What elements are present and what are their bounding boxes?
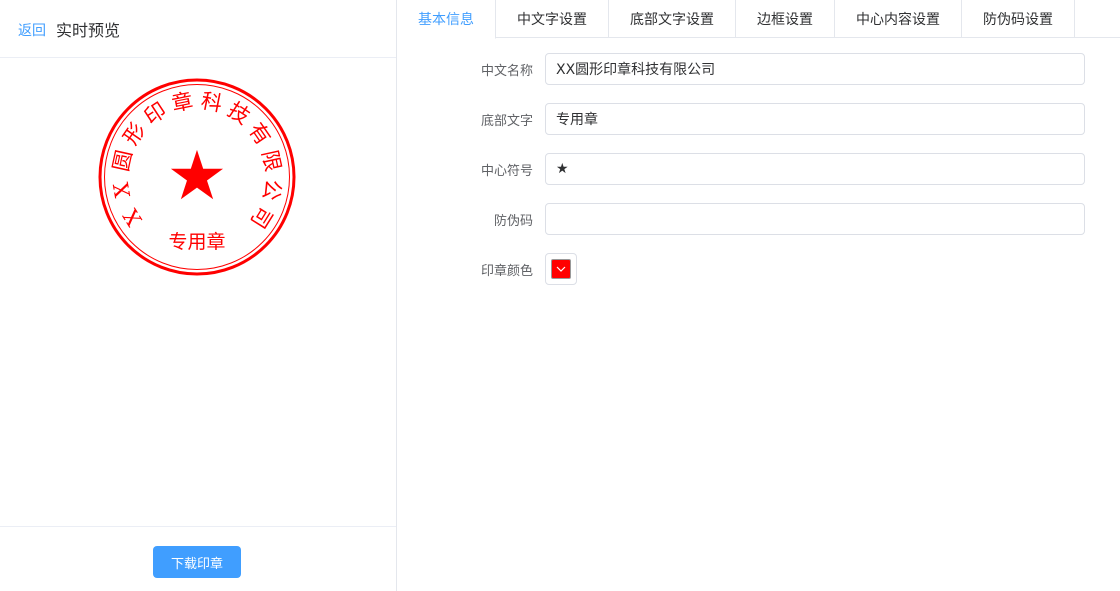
seal-bottom-text: 专用章 bbox=[168, 231, 225, 253]
seal-arc-char: 有 bbox=[244, 118, 276, 149]
seal-arc-char: 科 bbox=[199, 89, 224, 117]
basic-info-form: 中文名称 底部文字 中心符号 防伪码 印章颜色 bbox=[397, 53, 1120, 303]
seal-center-symbol: ★ bbox=[167, 137, 228, 216]
seal-arc-char: 技 bbox=[223, 98, 254, 130]
seal-arc-char: 圆 bbox=[109, 148, 137, 174]
anti-counterfeit-input[interactable] bbox=[545, 203, 1085, 235]
download-seal-button[interactable]: 下载印章 bbox=[153, 546, 241, 578]
seal-arc-char: 形 bbox=[119, 118, 151, 149]
form-row-color: 印章颜色 bbox=[397, 253, 1120, 285]
seal-arc-char: 印 bbox=[140, 98, 171, 130]
preview-header: 返回 实时预览 bbox=[0, 0, 396, 58]
color-swatch bbox=[551, 259, 571, 279]
seal-preview: XX圆形印章科技有限公司 ★ 专用章 bbox=[0, 59, 396, 525]
tab-bottom-text[interactable]: 底部文字设置 bbox=[609, 0, 736, 38]
seal-arc-char: X bbox=[118, 205, 146, 230]
form-row-name: 中文名称 bbox=[397, 53, 1120, 85]
settings-panel: 基本信息 中文字设置 底部文字设置 边框设置 中心内容设置 防伪码设置 中文名称… bbox=[397, 0, 1120, 591]
company-name-input[interactable] bbox=[545, 53, 1085, 85]
chevron-down-icon bbox=[556, 266, 566, 272]
anti-counterfeit-label: 防伪码 bbox=[493, 213, 533, 229]
center-symbol-input[interactable] bbox=[545, 153, 1085, 185]
seal-color-label: 印章颜色 bbox=[480, 263, 533, 279]
bottom-text-label: 底部文字 bbox=[480, 113, 533, 129]
seal-arc-char: X bbox=[109, 181, 135, 200]
bottom-text-input[interactable] bbox=[545, 103, 1085, 135]
tab-basic-info[interactable]: 基本信息 bbox=[397, 0, 496, 39]
form-row-symbol: 中心符号 bbox=[397, 153, 1120, 185]
seal-arc-char: 公 bbox=[258, 178, 285, 203]
seal-arc-char: 司 bbox=[246, 202, 277, 233]
center-symbol-label: 中心符号 bbox=[480, 163, 533, 179]
form-row-bottom: 底部文字 bbox=[397, 103, 1120, 135]
seal-color-picker[interactable] bbox=[545, 253, 577, 285]
tab-border[interactable]: 边框设置 bbox=[736, 0, 835, 38]
form-row-code: 防伪码 bbox=[397, 203, 1120, 235]
preview-footer: 下载印章 bbox=[0, 526, 396, 591]
seal-arc-char: 章 bbox=[170, 89, 195, 117]
settings-tabs: 基本信息 中文字设置 底部文字设置 边框设置 中心内容设置 防伪码设置 bbox=[397, 0, 1120, 39]
name-label: 中文名称 bbox=[480, 63, 533, 79]
preview-title: 实时预览 bbox=[56, 21, 121, 40]
seal-image: XX圆形印章科技有限公司 ★ 专用章 bbox=[98, 78, 296, 276]
tab-center-content[interactable]: 中心内容设置 bbox=[835, 0, 962, 38]
seal-arc-char: 限 bbox=[257, 148, 285, 174]
tab-anti-counterfeit[interactable]: 防伪码设置 bbox=[962, 0, 1075, 38]
tab-chinese-text[interactable]: 中文字设置 bbox=[496, 0, 609, 38]
back-link[interactable]: 返回 bbox=[18, 20, 46, 40]
preview-panel: 返回 实时预览 XX圆形印章科技有限公司 ★ 专用章 下载印章 bbox=[0, 0, 397, 591]
